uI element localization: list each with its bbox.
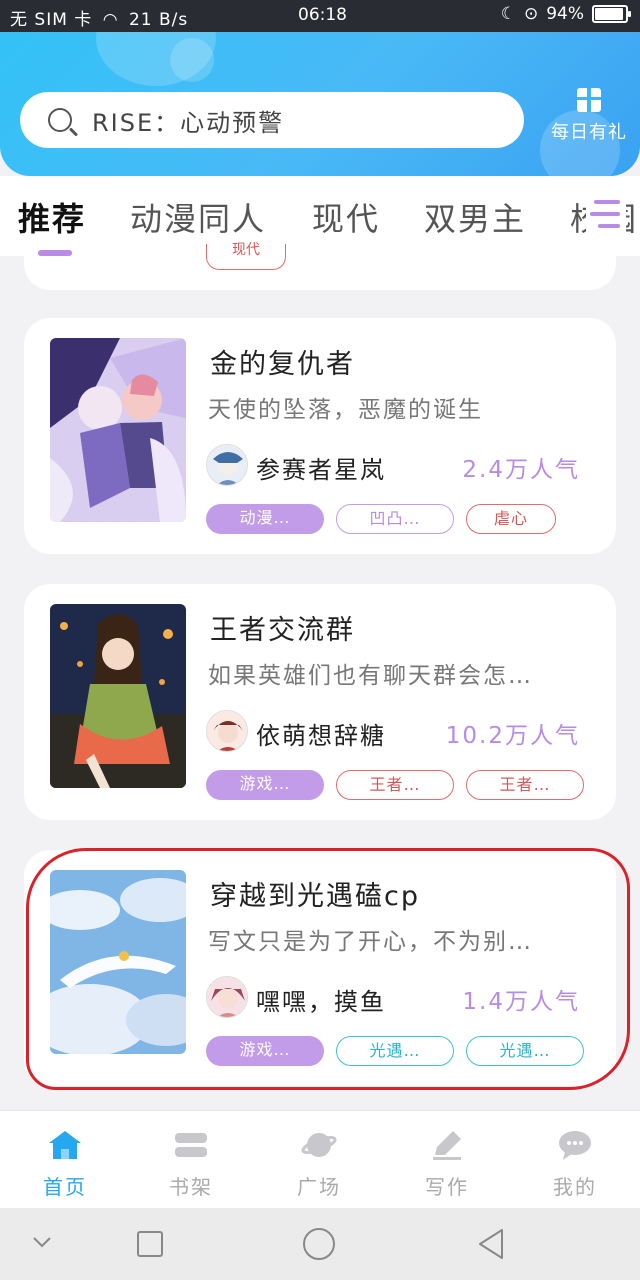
popularity: 10.2万人气 — [445, 723, 580, 749]
book-card[interactable]: 金的复仇者 天使的坠落，恶魔的诞生 参赛者星岚 2.4万人气 动漫… 凹凸… 虐… — [24, 318, 616, 554]
book-description: 写文只是为了开心，不为别… — [208, 929, 533, 955]
clock: 06:18 — [298, 5, 347, 25]
search-bar[interactable]: RISE：心动预警 — [20, 92, 524, 148]
author-avatar — [206, 444, 248, 486]
nav-write[interactable]: 写作 — [402, 1123, 492, 1200]
daily-gift-button[interactable]: 每日有礼 — [542, 86, 636, 156]
network-speed: 21 B/s — [128, 10, 189, 30]
tab-modern[interactable]: 现代 — [312, 194, 380, 240]
status-bar: 无 SIM 卡 ◠ 21 B/s 06:18 ☾ ⊙ 94% — [0, 0, 640, 32]
nav-label: 广场 — [297, 1175, 341, 1199]
book-tag[interactable]: 凹凸… — [336, 504, 454, 534]
author-avatar — [206, 976, 248, 1018]
nav-home[interactable]: 首页 — [20, 1123, 110, 1200]
gift-icon — [577, 88, 601, 112]
home-button-icon[interactable] — [302, 1227, 336, 1265]
author-name: 参赛者星岚 — [256, 456, 386, 484]
home-icon — [47, 1129, 83, 1161]
category-menu-icon[interactable] — [586, 196, 626, 234]
book-title: 王者交流群 — [210, 615, 355, 646]
search-placeholder: RISE：心动预警 — [92, 108, 285, 137]
author-name: 嘿嘿，摸鱼 — [256, 988, 386, 1016]
status-right: ☾ ⊙ 94% — [500, 4, 631, 24]
carrier-text: 无 SIM 卡 — [10, 10, 93, 30]
bookshelf-icon — [173, 1129, 209, 1161]
book-tag: 现代 — [206, 243, 286, 270]
pencil-icon — [429, 1129, 465, 1161]
book-cover — [50, 338, 186, 522]
author-name: 依萌想辞糖 — [256, 722, 386, 750]
book-card[interactable]: 王者交流群 如果英雄们也有聊天群会怎… 依萌想辞糖 10.2万人气 游戏… 王者… — [24, 584, 616, 820]
popularity: 1.4万人气 — [462, 989, 580, 1015]
book-tag[interactable]: 王者… — [336, 770, 454, 800]
book-tag[interactable]: 游戏… — [206, 770, 324, 800]
book-description: 如果英雄们也有聊天群会怎… — [208, 663, 533, 689]
book-tag[interactable]: 动漫… — [206, 504, 324, 534]
battery-percent: 94% — [546, 4, 584, 24]
app-header: 无 SIM 卡 ◠ 21 B/s 06:18 ☾ ⊙ 94% RISE：心动预警… — [0, 0, 640, 176]
book-card[interactable]: 穿越到光遇磕cp 写文只是为了开心，不为别… 嘿嘿，摸鱼 1.4万人气 游戏… … — [24, 850, 616, 1086]
tab-anime-fanfic[interactable]: 动漫同人 — [130, 194, 266, 240]
planet-icon — [301, 1129, 337, 1161]
book-title: 金的复仇者 — [210, 349, 355, 380]
book-tag[interactable]: 光遇… — [466, 1036, 584, 1066]
book-description: 天使的坠落，恶魔的诞生 — [208, 397, 483, 423]
chat-bubble-icon — [557, 1129, 593, 1161]
book-title: 穿越到光遇磕cp — [210, 881, 420, 912]
lock-rotation-icon: ⊙ — [523, 4, 539, 24]
category-tabs: 推荐 动漫同人 现代 双男主 校园 — [0, 176, 640, 256]
system-navigation-bar — [0, 1208, 640, 1280]
recent-apps-icon[interactable] — [136, 1230, 164, 1262]
book-card-partial[interactable]: 现代 — [24, 243, 616, 290]
collapse-chevron-icon[interactable] — [30, 1232, 54, 1256]
bottom-navigation: 首页 书架 广场 写作 我的 — [0, 1110, 640, 1208]
decor-bubble — [170, 38, 214, 82]
tab-bl[interactable]: 双男主 — [424, 194, 526, 240]
nav-label: 写作 — [425, 1175, 469, 1199]
nav-bookshelf[interactable]: 书架 — [146, 1123, 236, 1200]
nav-plaza[interactable]: 广场 — [274, 1123, 364, 1200]
book-tag[interactable]: 虐心 — [466, 504, 556, 534]
moon-icon: ☾ — [500, 4, 516, 24]
tab-recommend[interactable]: 推荐 — [18, 194, 86, 240]
status-left: 无 SIM 卡 ◠ 21 B/s — [10, 5, 188, 30]
back-button-icon[interactable] — [476, 1228, 506, 1264]
book-cover — [50, 604, 186, 788]
daily-gift-label: 每日有礼 — [551, 122, 627, 143]
book-cover — [50, 870, 186, 1054]
search-icon — [48, 108, 72, 132]
nav-label: 我的 — [553, 1175, 597, 1199]
book-tag[interactable]: 光遇… — [336, 1036, 454, 1066]
nav-me[interactable]: 我的 — [530, 1123, 620, 1200]
book-tag[interactable]: 王者… — [466, 770, 584, 800]
book-tag[interactable]: 游戏… — [206, 1036, 324, 1066]
wifi-icon: ◠ — [102, 10, 119, 30]
nav-label: 首页 — [43, 1175, 87, 1199]
author-avatar — [206, 710, 248, 752]
battery-icon — [592, 5, 631, 23]
nav-label: 书架 — [169, 1175, 213, 1199]
popularity: 2.4万人气 — [462, 457, 580, 483]
